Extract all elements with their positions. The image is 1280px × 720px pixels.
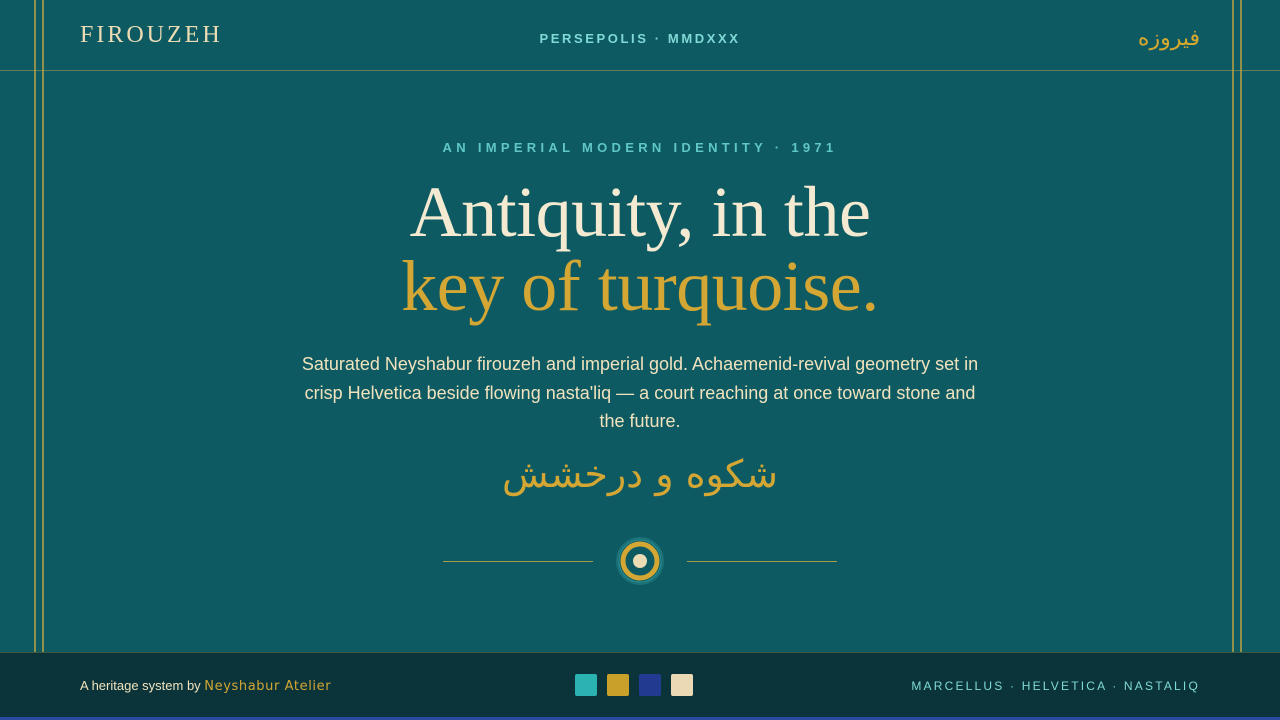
ivory-swatch [671,674,693,696]
hero-title-line-1: Antiquity, in the [409,172,871,252]
site-footer: A heritage system by Neyshabur Atelier M… [0,652,1280,720]
footer-typefaces: MARCELLUS · HELVETICA · NASTALIQ [911,679,1200,693]
rosette-ornament-icon [616,537,664,585]
site-header: FIROUZEH PERSEPOLIS · MMDXXX فیروزه [0,0,1280,71]
left-inner-rule [42,0,44,652]
right-inner-rule [1232,0,1234,652]
color-swatches [575,674,693,696]
hero-lede: Saturated Neyshabur firouzeh and imperia… [301,354,979,431]
ornament-rule-left [443,561,593,562]
hero-calligraphy: شکوه و درخشش [502,452,778,496]
brand-persian-wordmark: فیروزه [1137,26,1200,51]
ornament-rule-right [687,561,837,562]
lapis-swatch [639,674,661,696]
credit-prefix: A heritage system by [80,678,201,693]
gold-swatch [607,674,629,696]
right-outer-rule [1240,0,1242,652]
turquoise-swatch [575,674,597,696]
hero-eyebrow: AN IMPERIAL MODERN IDENTITY · 1971 [442,140,838,155]
credit-atelier-link[interactable]: Neyshabur Atelier [204,679,331,694]
left-outer-rule [34,0,36,652]
footer-credit: A heritage system by Neyshabur Atelier [80,678,331,694]
header-tagline: PERSEPOLIS · MMDXXX [539,31,741,46]
hero-title-line-2: key of turquoise. [401,246,879,326]
